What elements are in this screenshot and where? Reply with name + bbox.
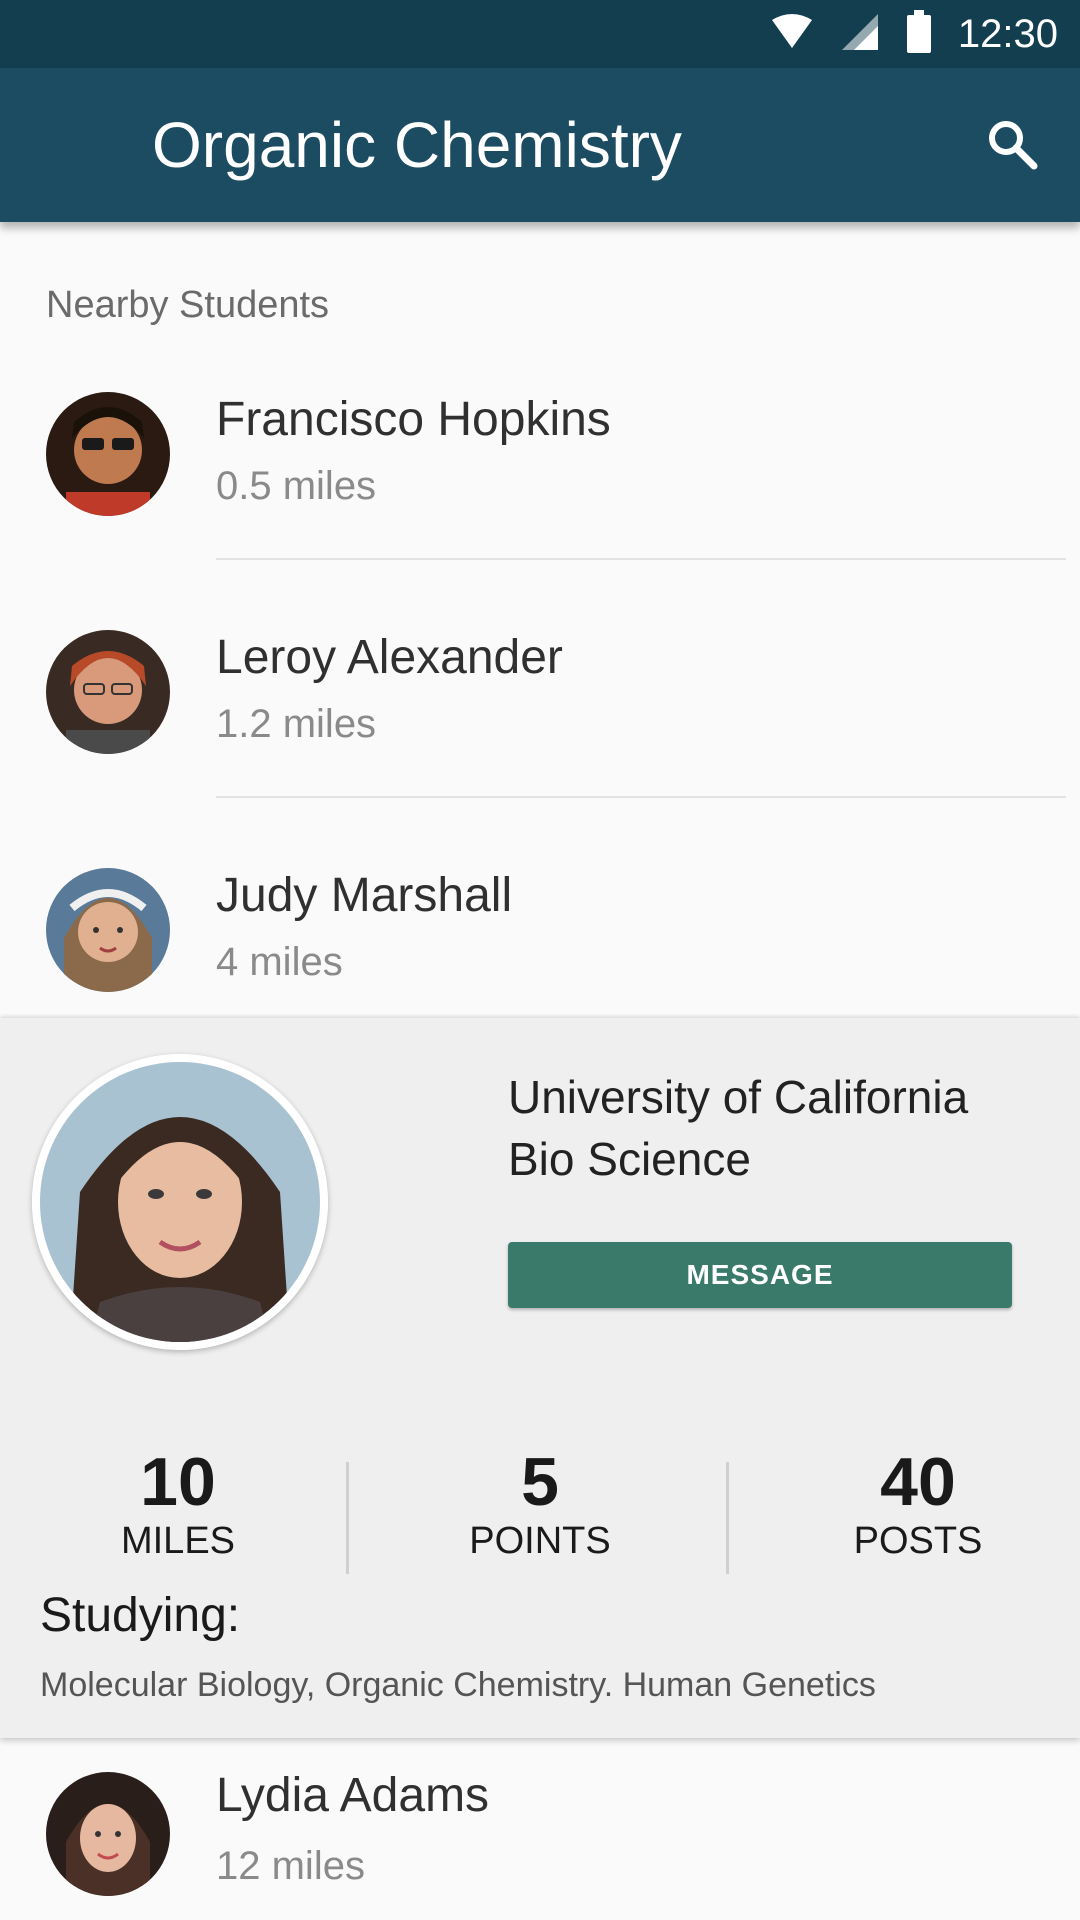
status-bar: 12:30 [0,0,1080,68]
expanded-profile-card: University of California Bio Science MES… [0,1018,1080,1738]
student-row-lydia[interactable]: Lydia Adams 12 miles [0,1752,1080,1920]
clock: 12:30 [957,11,1058,56]
student-distance: 0.5 miles [216,464,377,508]
student-name: Lydia Adams [216,1769,490,1822]
studying-subjects: Molecular Biology, Organic Chemistry. Hu… [40,1666,876,1704]
section-header: Nearby Students [46,284,330,326]
divider [216,558,1066,560]
student-row-leroy[interactable]: Leroy Alexander 1.2 miles [0,580,1080,818]
stat-value: 5 [521,1444,559,1520]
student-name: Leroy Alexander [216,631,563,684]
profile-photo [32,1054,328,1350]
cell-signal-icon [840,12,880,57]
student-name: Francisco Hopkins [216,393,611,446]
stat-label: MILES [120,1520,236,1562]
stat-label: POSTS [853,1520,983,1562]
student-distance: 1.2 miles [216,702,377,746]
message-button[interactable]: MESSAGE [508,1242,1012,1308]
status-icons: 12:30 [770,0,1058,68]
student-distance: 4 miles [216,940,343,984]
stat-divider [726,1462,729,1574]
stat-value: 40 [880,1444,956,1520]
stat-posts: 40 POSTS [798,1446,1038,1564]
stat-points: 5 POINTS [420,1446,660,1564]
student-row-francisco[interactable]: Francisco Hopkins 0.5 miles [0,342,1080,580]
program-name: Bio Science [508,1133,751,1185]
school-info: University of California Bio Science [508,1066,968,1190]
divider [216,796,1066,798]
studying-label: Studying: [40,1589,241,1642]
stat-value: 10 [140,1444,216,1520]
avatar [46,868,170,992]
stat-label: POINTS [469,1520,611,1562]
content-area: Nearby Students Francisco Hopkins 0.5 mi… [0,222,1080,1920]
battery-icon [906,9,932,59]
search-button[interactable] [980,114,1044,178]
stat-miles: 10 MILES [58,1446,298,1564]
school-name: University of California [508,1071,969,1123]
app-bar: Organic Chemistry [0,68,1080,222]
student-name: Judy Marshall [216,869,513,922]
avatar [46,1772,170,1896]
avatar [46,392,170,516]
avatar [46,630,170,754]
student-distance: 12 miles [216,1844,365,1888]
search-icon [986,118,1038,175]
page-title: Organic Chemistry [152,109,682,181]
stat-divider [346,1462,349,1574]
wifi-icon [770,13,814,55]
